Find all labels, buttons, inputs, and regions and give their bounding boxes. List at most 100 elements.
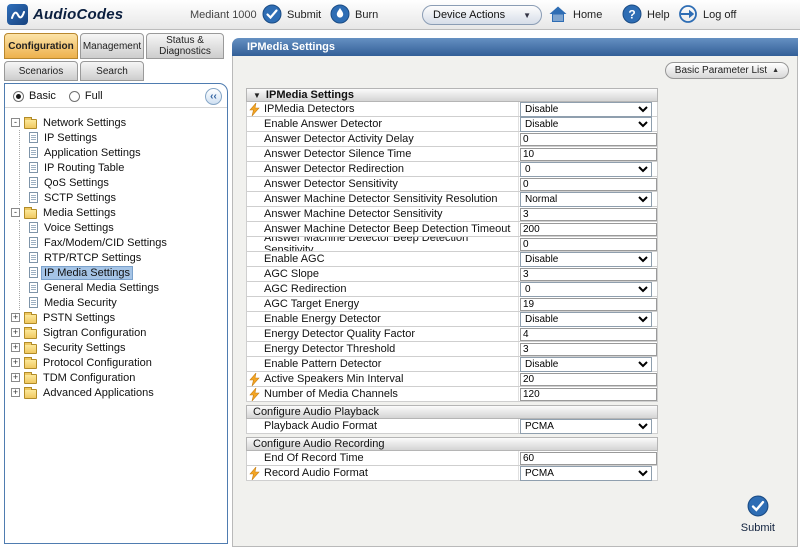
tree-node-tdm-configuration[interactable]: +TDM Configuration: [11, 370, 225, 385]
expand-box-icon[interactable]: +: [11, 343, 20, 352]
folder-icon: [24, 329, 37, 339]
enable-agc-select[interactable]: Disable: [520, 252, 652, 267]
enable-answer-detector-select[interactable]: Disable: [520, 117, 652, 132]
tree-node-sigtran-configuration[interactable]: +Sigtran Configuration: [11, 325, 225, 340]
device-actions-dropdown[interactable]: Device Actions ▼: [422, 5, 542, 25]
main-panel: IPMedia Settings Basic Parameter List ▲ …: [232, 38, 798, 547]
expand-box-icon[interactable]: +: [11, 358, 20, 367]
chevron-up-icon: ▲: [772, 67, 779, 74]
full-radio[interactable]: [69, 91, 80, 102]
sidebar-item-media-security[interactable]: Media Security: [20, 295, 225, 310]
expand-box-icon[interactable]: +: [11, 373, 20, 382]
ipmedia-detectors-select[interactable]: Disable: [520, 102, 652, 117]
folder-icon: [24, 359, 37, 369]
param-row-agc-redirection: AGC Redirection0: [246, 282, 658, 297]
param-control-cell: [519, 343, 657, 356]
main-content: Basic Parameter List ▲ ▼IPMedia Settings…: [232, 56, 798, 547]
sidebar-item-application-settings[interactable]: Application Settings: [20, 145, 225, 160]
param-label: Answer Machine Detector Sensitivity Reso…: [247, 192, 519, 206]
page-title-bar: IPMedia Settings: [232, 38, 798, 56]
param-row-energy-detector-quality-factor: Energy Detector Quality Factor: [246, 327, 658, 342]
tab-management[interactable]: Management: [80, 33, 144, 59]
answer-machine-detector-sensitivity-input[interactable]: [520, 208, 657, 221]
collapse-tree-button[interactable]: ‹‹: [205, 88, 222, 105]
expand-box-icon[interactable]: +: [11, 313, 20, 322]
sidebar-item-rtp-rtcp-settings[interactable]: RTP/RTCP Settings: [20, 250, 225, 265]
answer-machine-detector-sensitivity-resolution-select[interactable]: Normal: [520, 192, 652, 207]
record-audio-format-select[interactable]: PCMA: [520, 466, 652, 481]
answer-detector-activity-delay-input[interactable]: [520, 133, 657, 146]
collapse-box-icon[interactable]: -: [11, 118, 20, 127]
tab-status-diagnostics[interactable]: Status & Diagnostics: [146, 33, 224, 59]
param-row-answer-detector-activity-delay: Answer Detector Activity Delay: [246, 132, 658, 147]
enable-pattern-detector-select[interactable]: Disable: [520, 357, 652, 372]
tab-configuration[interactable]: Configuration: [4, 33, 78, 59]
energy-detector-quality-factor-input[interactable]: [520, 328, 657, 341]
param-control-cell: [519, 148, 657, 161]
param-control-cell: [519, 238, 657, 251]
section-header-ipmedia-settings[interactable]: ▼IPMedia Settings: [246, 88, 658, 102]
tab-scenarios[interactable]: Scenarios: [4, 61, 78, 81]
help-button[interactable]: ? Help: [622, 4, 670, 26]
document-icon: [29, 192, 38, 203]
collapse-box-icon[interactable]: -: [11, 208, 20, 217]
answer-machine-detector-beep-detection-timeout-input[interactable]: [520, 223, 657, 236]
param-row-record-audio-format: Record Audio FormatPCMA: [246, 466, 658, 481]
end-of-record-time-input[interactable]: [520, 452, 657, 465]
sidebar-item-general-media-settings[interactable]: General Media Settings: [20, 280, 225, 295]
param-row-active-speakers-min-interval: Active Speakers Min Interval: [246, 372, 658, 387]
tree-node-pstn-settings[interactable]: +PSTN Settings: [11, 310, 225, 325]
submit-button-bottom[interactable]: Submit: [741, 495, 775, 534]
param-row-agc-slope: AGC Slope: [246, 267, 658, 282]
param-label: Energy Detector Quality Factor: [247, 327, 519, 341]
tree-node-protocol-configuration[interactable]: +Protocol Configuration: [11, 355, 225, 370]
basic-parameter-list-button[interactable]: Basic Parameter List ▲: [665, 62, 789, 79]
document-icon: [29, 267, 38, 278]
document-icon: [29, 162, 38, 173]
expand-box-icon[interactable]: +: [11, 388, 20, 397]
param-control-cell: PCMA: [519, 419, 657, 434]
tree-node-network-settings[interactable]: -Network Settings: [11, 115, 225, 130]
help-icon: ?: [622, 4, 642, 27]
number-of-media-channels-input[interactable]: [520, 388, 657, 401]
sidebar-item-ip-routing-table[interactable]: IP Routing Table: [20, 160, 225, 175]
param-label: AGC Target Energy: [247, 297, 519, 311]
answer-machine-detector-beep-detection-sensitivity-input[interactable]: [520, 238, 657, 251]
sidebar-tabs: ConfigurationManagementStatus & Diagnost…: [4, 33, 228, 81]
sidebar-item-fax-modem-cid-settings[interactable]: Fax/Modem/CID Settings: [20, 235, 225, 250]
agc-redirection-select[interactable]: 0: [520, 282, 652, 297]
active-speakers-min-interval-input[interactable]: [520, 373, 657, 386]
submit-check-icon: [262, 4, 282, 27]
document-icon: [29, 222, 38, 233]
tab-search[interactable]: Search: [80, 61, 144, 81]
sidebar: ConfigurationManagementStatus & Diagnost…: [4, 33, 228, 546]
logoff-button[interactable]: Log off: [678, 4, 736, 26]
tree-node-security-settings[interactable]: +Security Settings: [11, 340, 225, 355]
answer-detector-redirection-select[interactable]: 0: [520, 162, 652, 177]
answer-detector-silence-time-input[interactable]: [520, 148, 657, 161]
agc-target-energy-input[interactable]: [520, 298, 657, 311]
basic-radio[interactable]: [13, 91, 24, 102]
sidebar-item-qos-settings[interactable]: QoS Settings: [20, 175, 225, 190]
param-row-answer-machine-detector-sensitivity-resolution: Answer Machine Detector Sensitivity Reso…: [246, 192, 658, 207]
param-control-cell: Disable: [519, 357, 657, 372]
sidebar-item-voice-settings[interactable]: Voice Settings: [20, 220, 225, 235]
sidebar-item-ip-settings[interactable]: IP Settings: [20, 130, 225, 145]
document-icon: [29, 237, 38, 248]
tree-node-media-settings[interactable]: -Media Settings: [11, 205, 225, 220]
agc-slope-input[interactable]: [520, 268, 657, 281]
submit-button-top[interactable]: Submit: [262, 4, 321, 26]
energy-detector-threshold-input[interactable]: [520, 343, 657, 356]
audiocodes-logo-icon: [7, 4, 28, 25]
sidebar-item-ip-media-settings[interactable]: IP Media Settings: [20, 265, 225, 280]
answer-detector-sensitivity-input[interactable]: [520, 178, 657, 191]
param-control-cell: 0: [519, 162, 657, 177]
sidebar-item-sctp-settings[interactable]: SCTP Settings: [20, 190, 225, 205]
expand-box-icon[interactable]: +: [11, 328, 20, 337]
playback-audio-format-select[interactable]: PCMA: [520, 419, 652, 434]
home-button[interactable]: Home: [548, 4, 602, 26]
burn-button[interactable]: Burn: [330, 4, 378, 26]
tree-node-advanced-applications[interactable]: +Advanced Applications: [11, 385, 225, 400]
collapse-triangle-icon[interactable]: ▼: [253, 91, 261, 100]
enable-energy-detector-select[interactable]: Disable: [520, 312, 652, 327]
